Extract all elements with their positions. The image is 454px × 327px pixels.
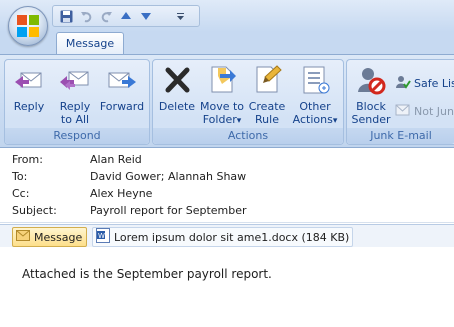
to-value[interactable]: David Gower; Alannah Shaw	[90, 168, 246, 185]
delete-label: Delete	[158, 100, 196, 113]
subject-value: Payroll report for September	[90, 204, 247, 217]
other-actions-text: Other Actions	[292, 100, 333, 126]
office-logo-icon	[17, 15, 39, 37]
create-rule-label: Create Rule	[248, 100, 286, 126]
block-sender-button[interactable]: Block Sender	[351, 64, 391, 126]
redo-icon[interactable]	[99, 9, 113, 23]
envelope-icon	[16, 230, 30, 244]
from-value[interactable]: Alan Reid	[90, 151, 142, 168]
create-rule-icon	[251, 64, 283, 96]
other-actions-label: Other Actions▾	[291, 100, 339, 128]
create-rule-button[interactable]: Create Rule	[247, 64, 287, 126]
reply-icon	[13, 64, 45, 96]
safe-lists-label: Safe List	[414, 77, 454, 90]
up-arrow-icon[interactable]	[119, 9, 133, 23]
actions-group-label: Actions	[153, 128, 343, 144]
subject-label: Subject:	[12, 204, 57, 217]
to-label: To:	[12, 170, 28, 183]
reply-all-label: Reply to All	[59, 100, 91, 126]
junk-email-group: Block Sender Safe List Not Junk Junk E-m…	[346, 59, 454, 145]
safe-lists-button[interactable]: Safe List	[395, 74, 454, 93]
not-junk-button[interactable]: Not Junk	[395, 102, 454, 121]
customize-dropdown-icon[interactable]	[173, 9, 187, 23]
reply-label: Reply	[13, 100, 45, 113]
cc-label: Cc:	[12, 187, 30, 200]
not-junk-icon	[395, 102, 411, 121]
ribbon-tab-strip: Message	[0, 32, 454, 55]
not-junk-label: Not Junk	[414, 105, 454, 118]
delete-button[interactable]: Delete	[157, 64, 197, 113]
save-icon[interactable]	[59, 9, 73, 23]
other-actions-button[interactable]: Other Actions▾	[291, 64, 339, 128]
move-to-folder-label: Move to Folder▾	[199, 100, 245, 128]
message-body-text: Attached is the September payroll report…	[22, 267, 272, 281]
ribbon: Reply Reply to All Forward Respond Delet…	[0, 54, 454, 148]
message-tab-label: Message	[34, 230, 83, 244]
block-sender-label: Block Sender	[351, 100, 391, 126]
attachment-filename: Lorem ipsum dolor sit ame1.docx (184 KB)	[114, 230, 350, 244]
tab-message[interactable]: Message	[56, 32, 124, 55]
move-to-folder-icon	[206, 64, 238, 96]
forward-label: Forward	[99, 100, 145, 113]
header-divider	[0, 222, 454, 223]
from-label: From:	[12, 153, 43, 166]
block-sender-icon	[355, 64, 387, 96]
respond-group-label: Respond	[5, 128, 149, 144]
actions-group: Delete Move to Folder▾ Create Rule Other…	[152, 59, 344, 145]
attachment-bar: Message W Lorem ipsum dolor sit ame1.doc…	[0, 224, 454, 248]
title-bar	[0, 0, 454, 32]
move-to-folder-dropdown-icon: ▾	[236, 116, 242, 126]
undo-icon[interactable]	[79, 9, 93, 23]
quick-access-toolbar	[52, 5, 200, 27]
other-actions-dropdown-icon: ▾	[332, 116, 338, 126]
attachment-item[interactable]: W Lorem ipsum dolor sit ame1.docx (184 K…	[92, 227, 354, 247]
message-body-tab[interactable]: Message	[12, 227, 88, 247]
delete-icon	[161, 64, 193, 96]
reply-all-icon	[59, 64, 91, 96]
cc-value[interactable]: Alex Heyne	[90, 185, 152, 202]
other-actions-icon	[299, 64, 331, 96]
office-button[interactable]	[8, 6, 48, 46]
reply-all-button[interactable]: Reply to All	[55, 64, 95, 126]
message-header: From: Alan Reid To: David Gower; Alannah…	[0, 148, 454, 222]
move-to-folder-button[interactable]: Move to Folder▾	[199, 64, 245, 128]
svg-text:W: W	[98, 232, 105, 240]
down-arrow-icon[interactable]	[139, 9, 153, 23]
forward-icon	[106, 64, 138, 96]
junk-email-group-label: Junk E-mail	[347, 128, 454, 144]
respond-group: Reply Reply to All Forward Respond	[4, 59, 150, 145]
word-document-icon: W	[96, 228, 110, 246]
reply-button[interactable]: Reply	[11, 64, 47, 113]
forward-button[interactable]: Forward	[99, 64, 145, 113]
safe-lists-icon	[395, 74, 411, 93]
message-body[interactable]: Attached is the September payroll report…	[0, 247, 454, 327]
